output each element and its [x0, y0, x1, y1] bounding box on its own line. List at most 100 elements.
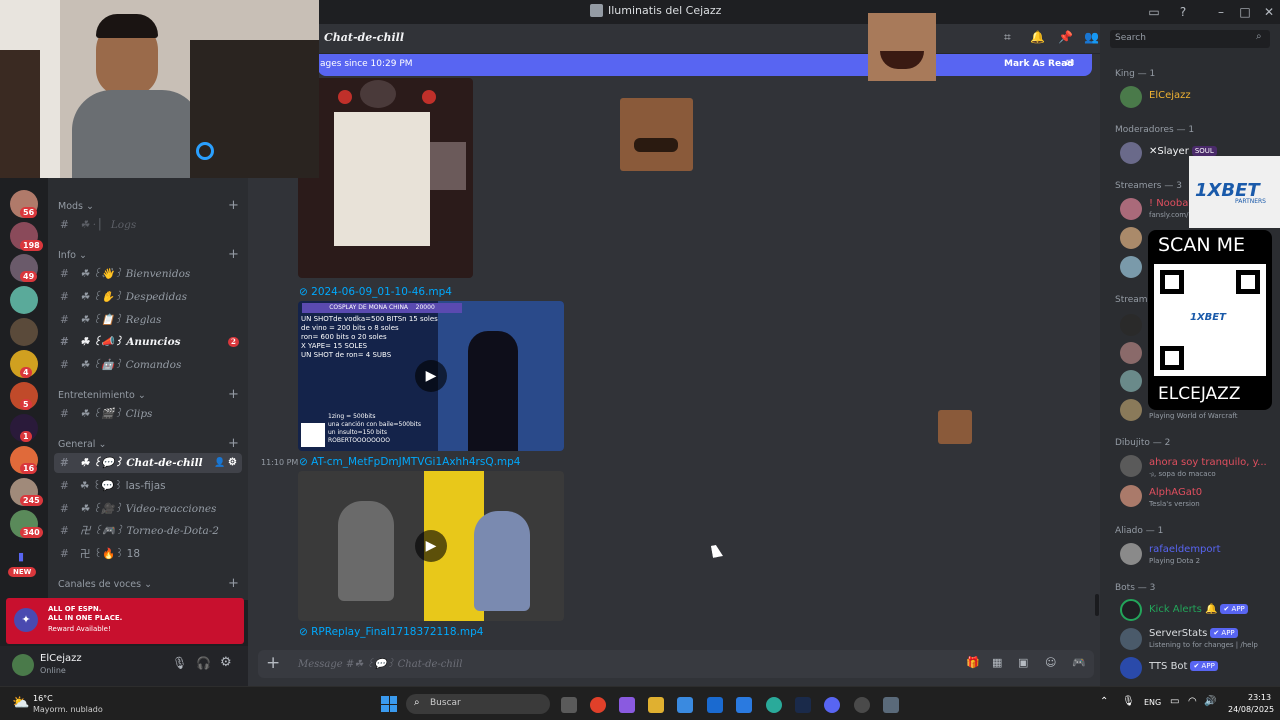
video-attachment[interactable]: COSPLAY DE MONA CHINA 20000 UN SHOTde vo…	[298, 301, 564, 451]
category-info[interactable]: Info ⌄	[58, 250, 87, 261]
channel-las-fijas[interactable]: # ☘ ꒰💬꒱ las-fijas	[54, 476, 242, 496]
mark-as-read-button[interactable]: Mark As Read	[1004, 59, 1074, 69]
attachment-link[interactable]: ⊘ AT-cm_MetFpDmJMTVGi1Axhh4rsQ.mp4	[299, 456, 521, 468]
channel-chat-de-chill[interactable]: # ☘ ꒰💬꒱ Chat-de-chill 👤 ⚙	[54, 453, 242, 473]
channel-18[interactable]: # 卍 ꒰🔥꒱ 18	[54, 544, 242, 564]
add-channel-icon[interactable]: +	[228, 387, 239, 402]
settings-icon[interactable]: ⚙	[220, 655, 232, 670]
outlook-icon[interactable]	[707, 697, 723, 713]
copilot-icon[interactable]	[619, 697, 635, 713]
attachment-link[interactable]: ⊘ RPReplay_Final1718372118.mp4	[299, 626, 483, 638]
member-name[interactable]: AlphAGat0	[1149, 487, 1202, 498]
help-icon[interactable]: ?	[1172, 2, 1194, 22]
new-messages-bar[interactable]: ages since 10:29 PM Mark As Read ✉	[318, 54, 1092, 76]
channel-bienvenidos[interactable]: # ☘ ꒰👋꒱ Bienvenidos	[54, 264, 242, 284]
taskbar-search[interactable]: ⌕ Buscar	[406, 694, 550, 714]
avatar[interactable]	[1120, 227, 1142, 249]
pin-icon[interactable]: 📌	[1058, 30, 1073, 44]
headphones-icon[interactable]: 🎧	[196, 656, 211, 670]
channel-logs[interactable]: # ☘ · ▏ Logs	[54, 215, 242, 235]
invite-icon[interactable]: 👤	[214, 453, 225, 473]
avatar[interactable]	[1120, 599, 1142, 621]
channel-clips[interactable]: # ☘ ꒰🎬꒱ Clips	[54, 404, 242, 424]
member-name[interactable]: ElCejazz	[1149, 90, 1191, 101]
inbox-icon[interactable]: ▭	[1143, 2, 1165, 22]
member-name[interactable]: ServerStats ✔ APP	[1149, 628, 1238, 639]
chrome-icon[interactable]	[590, 697, 606, 713]
member-name[interactable]: ! Noobat	[1149, 198, 1192, 209]
channel-torneo[interactable]: # 卍 ꒰🎮꒱ Torneo-de-Dota-2	[54, 521, 242, 541]
channel-despedidas[interactable]: # ☘ ꒰✋꒱ Despedidas	[54, 287, 242, 307]
image-attachment[interactable]	[298, 78, 473, 278]
play-icon[interactable]: ▶	[415, 360, 447, 392]
members-icon[interactable]: 👥	[1084, 30, 1099, 44]
add-channel-icon[interactable]: +	[228, 576, 239, 591]
gif-icon[interactable]: ▦	[992, 656, 1002, 669]
category-entretenimiento[interactable]: Entretenimiento ⌄	[58, 390, 146, 401]
message-composer[interactable]: + Message #☘ ꒰💬꒱ Chat-de-chill 🎁 ▦ ▣ ☺ 🎮	[258, 650, 1094, 678]
calculator-icon[interactable]	[883, 697, 899, 713]
server-icon[interactable]	[10, 286, 38, 314]
channel-reglas[interactable]: # ☘ ꒰📋꒱ Reglas	[54, 310, 242, 330]
sticker-icon[interactable]: ▣	[1018, 656, 1028, 669]
avatar[interactable]	[1120, 543, 1142, 565]
avatar[interactable]	[1120, 142, 1142, 164]
chat-scrollbar[interactable]	[1095, 594, 1099, 616]
avatar[interactable]	[1120, 628, 1142, 650]
avatar[interactable]	[1120, 485, 1142, 507]
wifi-icon[interactable]: ◠	[1188, 696, 1197, 707]
folder-icon[interactable]: ▮	[18, 550, 24, 563]
clock-time[interactable]: 23:13	[1248, 693, 1271, 702]
avatar[interactable]	[1120, 342, 1142, 364]
avatar[interactable]	[1120, 455, 1142, 477]
steam-icon[interactable]	[795, 697, 811, 713]
gift-icon[interactable]: 🎁	[966, 656, 980, 669]
channel-comandos[interactable]: # ☘ ꒰🤖꒱ Comandos	[54, 355, 242, 375]
clock-date[interactable]: 24/08/2025	[1228, 705, 1274, 714]
gear-icon[interactable]: ⚙	[228, 453, 237, 473]
volume-icon[interactable]: 🔊	[1204, 696, 1216, 707]
add-channel-icon[interactable]: +	[228, 247, 239, 262]
bell-icon[interactable]: 🔔	[1030, 30, 1045, 44]
weather-icon[interactable]: ⛅	[12, 695, 29, 711]
member-name[interactable]: rafaeldemport	[1149, 544, 1221, 555]
attachment-link[interactable]: ⊘ 2024-06-09_01-10-46.mp4	[299, 286, 452, 298]
microphone-icon[interactable]: 🎙	[172, 656, 187, 670]
apps-icon[interactable]: 🎮	[1072, 656, 1086, 669]
emoji-icon[interactable]: ☺	[1045, 656, 1056, 669]
avatar[interactable]	[1120, 86, 1142, 108]
avatar[interactable]	[1120, 399, 1142, 421]
category-mods[interactable]: Mods ⌄	[58, 201, 94, 212]
close-button[interactable]: ✕	[1258, 2, 1280, 22]
discord-icon[interactable]	[824, 697, 840, 713]
avatar[interactable]	[1120, 657, 1142, 679]
edge-icon[interactable]	[766, 697, 782, 713]
channel-video-reacciones[interactable]: # ☘ ꒰🎥꒱ Video-reacciones	[54, 499, 242, 519]
monitor-icon[interactable]: ▭	[1170, 696, 1179, 707]
channel-anuncios[interactable]: # ☘ ꒰📣꒱ Anuncios 2	[54, 332, 242, 352]
task-view-icon[interactable]	[561, 697, 577, 713]
start-icon[interactable]	[381, 696, 397, 712]
search-input[interactable]: Search ⌕	[1110, 30, 1270, 48]
member-name[interactable]: ahora soy tranquilo, y...	[1149, 457, 1267, 468]
avatar[interactable]	[1120, 370, 1142, 392]
chevron-up-icon[interactable]: ⌃	[1100, 696, 1108, 707]
language-indicator[interactable]: ENG	[1144, 698, 1161, 707]
avatar[interactable]	[1120, 198, 1142, 220]
add-channel-icon[interactable]: +	[228, 198, 239, 213]
promo-banner[interactable]: ✦ ALL OF ESPN. ALL IN ONE PLACE. Reward …	[6, 598, 244, 644]
threads-icon[interactable]: ⌗	[1004, 30, 1011, 45]
avatar[interactable]	[1120, 314, 1142, 336]
member-name[interactable]: Kick Alerts 🔔 ✔ APP	[1149, 604, 1248, 615]
obs-icon[interactable]	[854, 697, 870, 713]
member-name[interactable]: TTS Bot ✔ APP	[1149, 661, 1218, 672]
maximize-button[interactable]: □	[1234, 2, 1256, 22]
message-input[interactable]: Message #☘ ꒰💬꒱ Chat-de-chill	[298, 657, 462, 670]
avatar[interactable]	[12, 654, 34, 676]
video-attachment[interactable]: ▶	[298, 471, 564, 621]
server-icon[interactable]	[10, 318, 38, 346]
add-attachment-icon[interactable]: +	[266, 653, 280, 673]
dropbox-icon[interactable]	[736, 697, 752, 713]
category-voces[interactable]: Canales de voces ⌄	[58, 579, 152, 590]
minimize-button[interactable]: –	[1210, 2, 1232, 22]
